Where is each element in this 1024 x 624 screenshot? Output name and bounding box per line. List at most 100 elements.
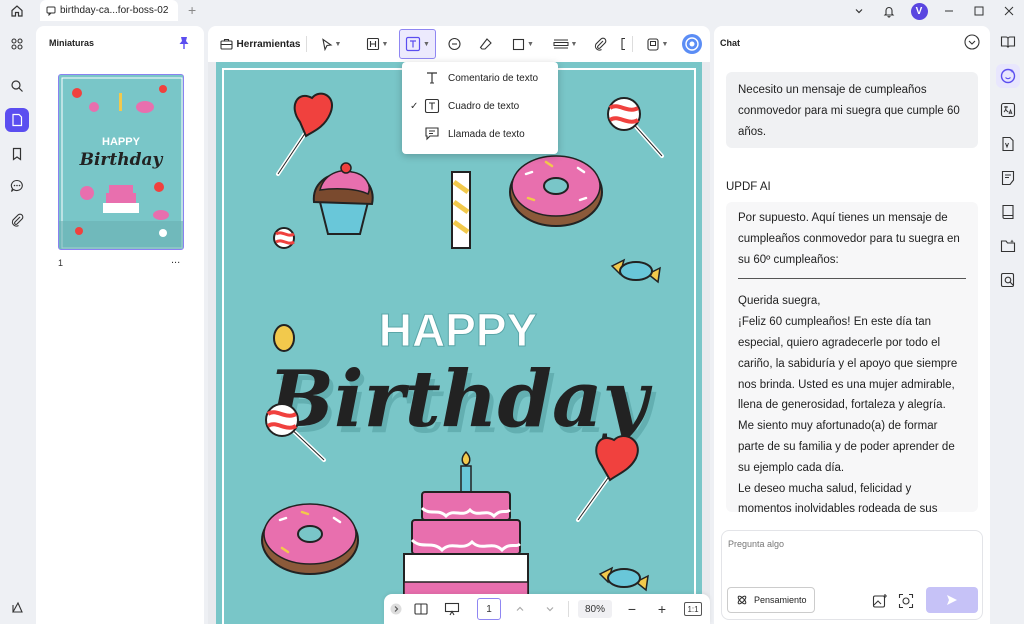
toolbar: Herramientas ▼ ▼ ▼ ▼ ▼ ▼ <box>208 26 710 62</box>
rail-grid-button[interactable] <box>5 32 29 56</box>
more-tools-button[interactable] <box>618 32 628 56</box>
close-button[interactable] <box>994 0 1024 22</box>
next-page-button[interactable] <box>542 600 558 618</box>
measure-tool-button[interactable]: ▼ <box>548 32 582 56</box>
text-box-icon <box>405 36 421 52</box>
rail-translate-button[interactable] <box>996 98 1020 122</box>
add-image-button[interactable] <box>872 593 888 612</box>
actual-size-button[interactable]: 1:1 <box>684 602 702 616</box>
ai-assistant-button[interactable] <box>680 31 704 57</box>
menu-chevron-button[interactable] <box>844 0 874 22</box>
presentation-icon <box>444 602 460 616</box>
maximize-button[interactable] <box>964 0 994 22</box>
eraser-tool-button[interactable] <box>476 32 496 56</box>
thinking-label: Pensamiento <box>754 595 807 605</box>
cursor-icon <box>321 37 333 51</box>
page-thumbnail[interactable]: HAPPY Birthday <box>58 74 184 250</box>
rail-bookmark-button[interactable] <box>5 142 29 166</box>
ai-message-paragraph: Querida suegra, <box>738 295 821 308</box>
rail-comments-button[interactable] <box>5 174 29 198</box>
camera-scan-icon <box>898 593 914 609</box>
svg-text:Birthday: Birthday <box>79 150 164 170</box>
zoom-level[interactable]: 80% <box>578 600 612 618</box>
chevron-down-icon: ▼ <box>381 40 389 48</box>
send-button[interactable] <box>926 587 978 613</box>
menu-item-text-box[interactable]: ✓ Cuadro de texto <box>402 92 558 120</box>
tools-button[interactable]: Herramientas <box>218 32 302 56</box>
bracket-icon <box>621 37 625 51</box>
page-navigation-bar: 1 80% − + 1:1 <box>384 594 710 624</box>
page-number-input[interactable]: 1 <box>477 598 501 620</box>
thumbnail-preview: HAPPY Birthday <box>59 75 183 249</box>
shape-tool-button[interactable]: ▼ <box>506 32 540 56</box>
thinking-toggle-button[interactable]: Pensamiento <box>727 587 815 613</box>
svg-text:HAPPY: HAPPY <box>102 136 141 148</box>
thumbnail-more-button[interactable]: ... <box>171 254 180 266</box>
ruler-icon <box>553 39 569 49</box>
select-tool-button[interactable]: ▼ <box>314 32 348 56</box>
text-tool-menu: Comentario de texto ✓ Cuadro de texto Ll… <box>402 62 558 154</box>
stamp-icon <box>646 38 659 51</box>
comment-tool-button[interactable] <box>444 32 464 56</box>
pin-icon <box>179 37 189 49</box>
menu-item-text-comment[interactable]: Comentario de texto <box>402 64 558 92</box>
rail-summarize-button[interactable] <box>996 166 1020 190</box>
chat-collapse-button[interactable] <box>964 34 980 53</box>
square-icon <box>512 38 525 50</box>
pin-button[interactable] <box>178 36 190 53</box>
book-view-icon <box>414 603 428 615</box>
ai-chat-icon <box>1000 68 1016 84</box>
rail-search-button[interactable] <box>5 74 29 98</box>
comment-bubble-icon <box>10 179 23 192</box>
previous-page-button[interactable] <box>512 600 528 618</box>
eraser-icon <box>479 38 492 50</box>
user-avatar-button[interactable]: V <box>904 0 934 22</box>
callout-icon <box>425 127 439 141</box>
ai-assistant-icon <box>682 34 702 54</box>
zoom-out-button[interactable]: − <box>624 600 640 618</box>
chat-input-placeholder[interactable]: Pregunta algo <box>728 539 784 549</box>
rail-reader-button[interactable] <box>996 30 1020 54</box>
chat-input-box[interactable]: Pregunta algo Pensamiento <box>721 530 983 620</box>
comment-icon <box>46 6 56 16</box>
search-icon <box>11 80 23 92</box>
rail-layers-button[interactable] <box>5 596 29 620</box>
collapse-bar-button[interactable] <box>390 600 402 618</box>
chevron-down-icon: ▼ <box>570 40 578 48</box>
chevron-down-icon <box>855 9 863 14</box>
tab-title: birthday-ca...for-boss-02 <box>60 5 169 16</box>
tools-label: Herramientas <box>236 38 301 50</box>
notifications-button[interactable] <box>874 0 904 22</box>
screenshot-button[interactable] <box>898 593 914 612</box>
thumbnails-panel: Miniaturas HAPPY Birthday 1 ... <box>36 26 204 624</box>
ai-message: Por supuesto. Aquí tienes un mensaje de … <box>726 202 978 512</box>
minimize-button[interactable] <box>934 0 964 22</box>
highlight-tool-button[interactable]: ▼ <box>360 32 394 56</box>
check-icon: ✓ <box>410 100 419 112</box>
document-tab[interactable]: birthday-ca...for-boss-02 <box>40 0 178 21</box>
text-tool-button[interactable]: ▼ <box>399 29 436 59</box>
rail-library-button[interactable] <box>996 200 1020 224</box>
rail-search-doc-button[interactable] <box>996 268 1020 292</box>
rail-attachment-button[interactable] <box>5 208 29 232</box>
attach-tool-button[interactable] <box>590 32 610 56</box>
zoom-in-button[interactable]: + <box>654 600 670 618</box>
right-rail <box>992 26 1024 624</box>
add-tab-button[interactable]: + <box>188 2 196 18</box>
page-layout-button[interactable] <box>412 600 430 618</box>
rail-ocr-button[interactable] <box>996 132 1020 156</box>
ai-message-paragraph: Me siento muy afortunado(a) de formar pa… <box>738 420 955 474</box>
ai-sender-label: UPDF AI <box>726 181 771 193</box>
paperclip-icon <box>594 37 607 51</box>
thumbnail-page-number: 1 <box>58 258 64 268</box>
user-message: Necesito un mensaje de cumpleaños conmov… <box>726 72 978 148</box>
rail-folder-button[interactable] <box>996 234 1020 258</box>
presentation-button[interactable] <box>442 600 462 618</box>
menu-item-text-callout[interactable]: Llamada de texto <box>402 120 558 148</box>
home-button[interactable] <box>0 0 34 22</box>
rail-thumbnails-button[interactable] <box>5 108 29 132</box>
chevron-up-icon <box>516 606 524 611</box>
stamp-tool-button[interactable]: ▼ <box>640 32 674 56</box>
rail-ai-chat-button[interactable] <box>996 64 1020 88</box>
ocr-text-icon <box>1002 136 1014 152</box>
